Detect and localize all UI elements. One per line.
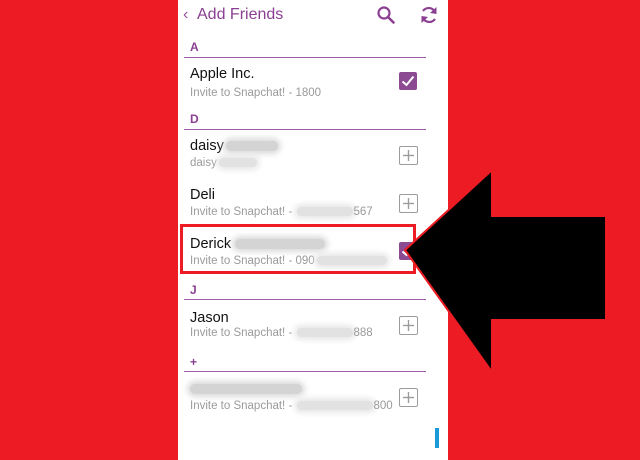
pointer-arrow-icon <box>403 167 607 376</box>
